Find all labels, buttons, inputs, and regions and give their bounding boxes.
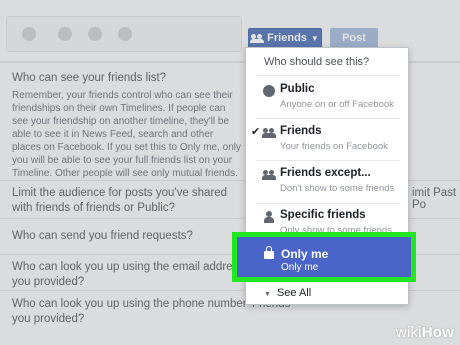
option-friends-except[interactable]: Friends except... Don't show to some fri… xyxy=(246,162,408,202)
watermark-wiki: wiki xyxy=(395,324,422,341)
option-public-title: Public xyxy=(280,83,315,95)
divider xyxy=(256,118,400,119)
option-friends-subtitle: Your friends on Facebook xyxy=(280,141,388,152)
friends-icon xyxy=(262,127,276,139)
watermark-how: How xyxy=(421,324,454,341)
option-specific-friends-title: Specific friends xyxy=(280,209,366,221)
checkmark-icon: ✔ xyxy=(251,126,261,138)
option-only-me-subtitle: Only me xyxy=(281,262,319,273)
dropdown-header: Who should see this? xyxy=(264,56,370,68)
option-friends-except-title: Friends except... xyxy=(280,167,371,179)
friends-except-icon xyxy=(262,169,276,181)
person-icon xyxy=(263,211,275,223)
divider xyxy=(256,160,400,161)
wikihow-watermark: wikiHow xyxy=(396,324,454,341)
option-friends-except-subtitle: Don't show to some friends xyxy=(280,183,395,194)
globe-icon xyxy=(263,85,275,97)
see-all-label: See All xyxy=(276,287,312,299)
option-friends[interactable]: ✔ Friends Your friends on Facebook xyxy=(246,120,408,160)
triangle-down-icon: ▼ xyxy=(264,291,271,298)
divider xyxy=(256,75,400,76)
see-all-option[interactable]: ▼ See All xyxy=(264,287,311,299)
option-public[interactable]: Public Anyone on or off Facebook xyxy=(246,78,408,118)
option-only-me-title: Only me xyxy=(281,247,329,261)
option-public-subtitle: Anyone on or off Facebook xyxy=(280,99,394,110)
option-only-me[interactable]: Only me Only me xyxy=(232,232,416,282)
option-friends-title: Friends xyxy=(280,125,322,137)
lock-icon xyxy=(264,246,274,259)
